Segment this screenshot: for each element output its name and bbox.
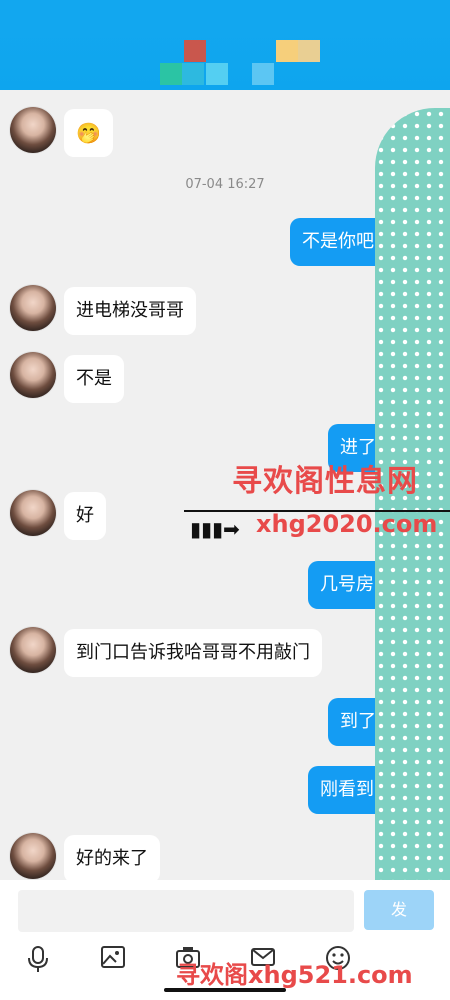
pixelated-title-block: [298, 40, 320, 62]
watermark-url: xhg2020.com: [256, 510, 438, 538]
home-indicator[interactable]: [164, 988, 286, 992]
polka-dot-overlay: [375, 108, 450, 1000]
arrow-icon: ▮▮▮➡: [190, 517, 240, 541]
pixelated-title-block: [184, 40, 206, 62]
message-bubble[interactable]: 到门口告诉我哈哥哥不用敲门: [64, 629, 322, 677]
message-bubble[interactable]: 不是: [64, 355, 124, 403]
watermark-bottom: 寻欢阁xhg521.com: [176, 961, 413, 989]
avatar[interactable]: [10, 352, 56, 398]
status-bar: [0, 0, 450, 30]
chat-header: [0, 30, 450, 90]
image-icon[interactable]: [98, 945, 128, 975]
message-bubble[interactable]: 好的来了: [64, 835, 160, 883]
avatar[interactable]: [10, 107, 56, 153]
avatar[interactable]: [10, 490, 56, 536]
pixelated-title-block: [206, 63, 228, 85]
message-bubble[interactable]: 不是你吧: [290, 218, 386, 266]
watermark-text: 寻欢阁性息网: [232, 464, 418, 499]
pixelated-title-block: [252, 63, 274, 85]
message-bubble[interactable]: 🤭: [64, 109, 113, 157]
microphone-icon[interactable]: [23, 945, 53, 975]
send-button[interactable]: 发: [364, 890, 434, 930]
pixelated-title-block: [160, 63, 182, 85]
pixelated-title-block: [276, 40, 298, 62]
message-input[interactable]: [18, 890, 354, 932]
avatar[interactable]: [10, 285, 56, 331]
pixelated-title-block: [182, 63, 204, 85]
message-bubble[interactable]: 好: [64, 492, 106, 540]
avatar[interactable]: [10, 833, 56, 879]
message-bubble[interactable]: 进电梯没哥哥: [64, 287, 196, 335]
avatar[interactable]: [10, 627, 56, 673]
